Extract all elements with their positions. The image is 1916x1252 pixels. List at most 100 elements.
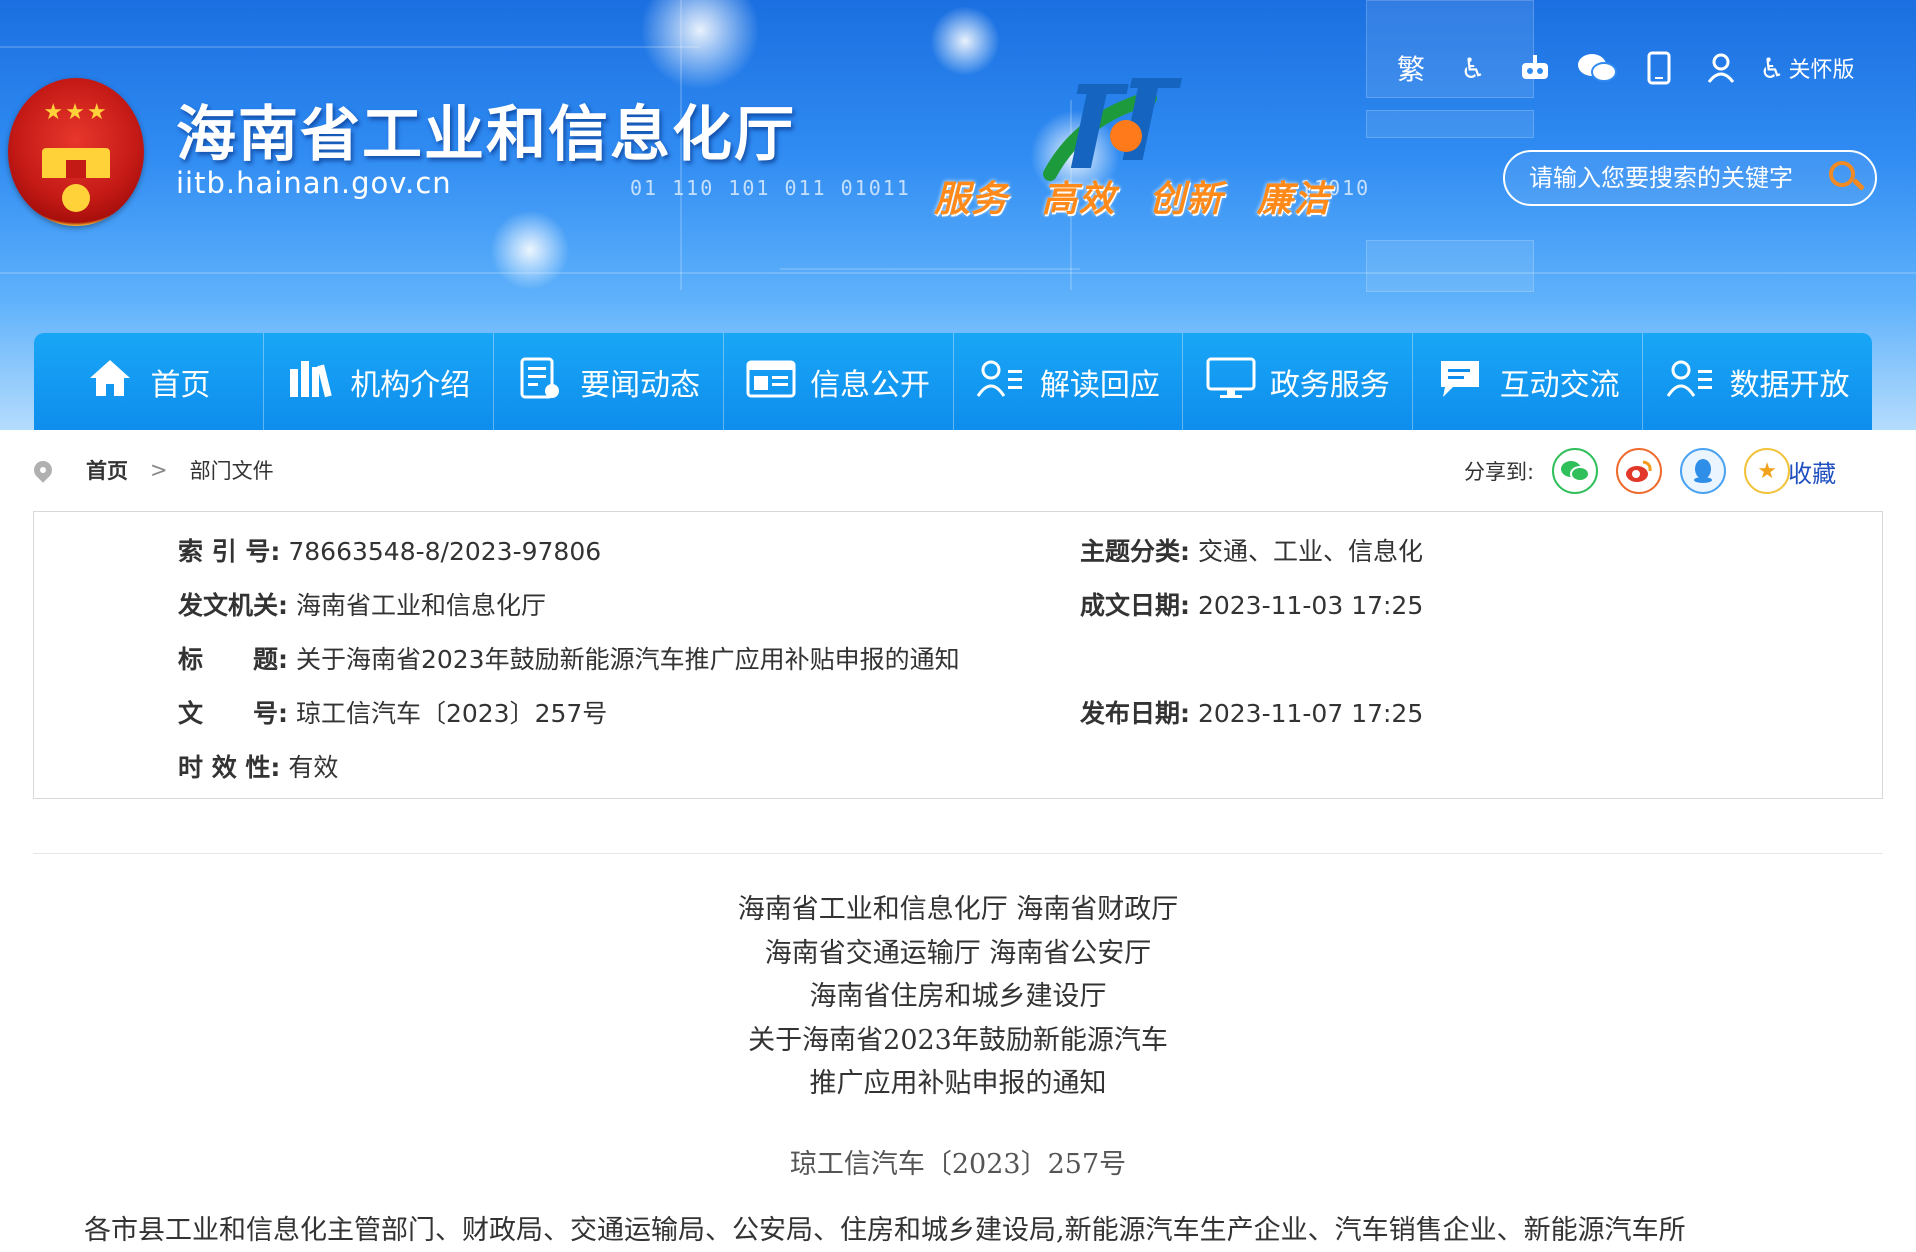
nav-item-interpretation[interactable]: 解读回应: [954, 333, 1184, 430]
search-input[interactable]: 请输入您要搜索的关键字: [1503, 150, 1877, 206]
nav-item-services[interactable]: 政务服务: [1183, 333, 1414, 430]
slogan-word: 创新: [1149, 179, 1224, 220]
circuit-line: [0, 46, 700, 48]
slogan: 服务 高效 创新 廉洁: [934, 170, 1351, 222]
slogan-word: 服务: [934, 179, 1009, 220]
main-nav: 首页 机构介绍 要闻动态 信息公开 解读回应 政务服务 互动交流 数据开放: [34, 333, 1872, 430]
info-published-date: 发布日期: 2023-11-07 17:25: [1080, 694, 1423, 730]
banner-panel: [1366, 240, 1534, 292]
site-title[interactable]: 海南省工业和信息化厅: [176, 86, 796, 173]
article-title: 海南省工业和信息化厅 海南省财政厅 海南省交通运输厅 海南省公安厅 海南省住房和…: [0, 888, 1916, 1106]
info-label: 时 效 性:: [178, 753, 281, 782]
info-value: 有效: [288, 753, 339, 782]
traditional-chinese-button[interactable]: 繁: [1380, 46, 1442, 90]
info-value: 琼工信汽车〔2023〕257号: [295, 699, 608, 728]
breadcrumb: 首页 > 部门文件: [30, 452, 274, 488]
department-logo-icon: [1043, 78, 1182, 181]
info-value: 78663548-8/2023-97806: [288, 537, 602, 566]
banner-glow: [640, 0, 760, 90]
news-icon: [516, 356, 564, 409]
favorite-button[interactable]: 收藏: [1788, 454, 1836, 489]
info-value: 关于海南省2023年鼓励新能源汽车推广应用补贴申报的通知: [295, 645, 960, 674]
breadcrumb-home[interactable]: 首页: [86, 455, 128, 485]
user-list-icon: [1666, 358, 1714, 407]
site-url[interactable]: iitb.hainan.gov.cn: [176, 166, 452, 200]
article-title-line: 关于海南省2023年鼓励新能源汽车: [748, 1024, 1168, 1056]
wheelchair-icon[interactable]: ♿: [1442, 46, 1504, 90]
folder-icon: [746, 358, 796, 407]
share-weibo-icon[interactable]: [1616, 448, 1663, 494]
mobile-icon[interactable]: [1628, 46, 1690, 90]
article-body: 各市县工业和信息化主管部门、财政局、交通运输局、公安局、住房和城乡建设局,新能源…: [84, 1215, 1686, 1246]
wechat-icon[interactable]: [1566, 46, 1628, 90]
content-divider: [33, 853, 1883, 854]
info-issuer: 发文机关: 海南省工业和信息化厅: [178, 586, 546, 622]
nav-item-label: 要闻动态: [580, 368, 701, 403]
article-title-line: 推广应用补贴申报的通知: [809, 1068, 1107, 1099]
nav-item-label: 政务服务: [1269, 368, 1390, 403]
info-label: 主题分类:: [1080, 537, 1190, 566]
search-icon[interactable]: [1829, 161, 1855, 187]
nav-item-interaction[interactable]: 互动交流: [1413, 333, 1644, 430]
article-title-line: 海南省工业和信息化厅 海南省财政厅: [737, 894, 1179, 925]
article-title-line: 海南省交通运输厅 海南省公安厅: [764, 937, 1152, 969]
info-validity: 时 效 性: 有效: [178, 748, 338, 784]
info-label: 发文机关:: [178, 591, 288, 620]
share-qq-icon[interactable]: [1680, 448, 1727, 494]
info-index-no: 索 引 号: 78663548-8/2023-97806: [178, 532, 601, 568]
nav-item-label: 互动交流: [1499, 368, 1620, 403]
nav-item-label: 信息公开: [810, 368, 931, 403]
banner-panel: [1366, 110, 1534, 138]
care-mode-label: 关怀版: [1788, 58, 1855, 83]
slogan-word: 廉洁: [1256, 179, 1331, 220]
circuit-line: [780, 268, 1080, 270]
care-mode-button[interactable]: ♿ 关怀版: [1752, 46, 1862, 90]
share-wechat-icon[interactable]: [1552, 448, 1599, 494]
info-created-date: 成文日期: 2023-11-03 17:25: [1080, 586, 1423, 622]
breadcrumb-separator: >: [150, 458, 168, 482]
nav-item-open-data[interactable]: 数据开放: [1643, 333, 1872, 430]
user-icon[interactable]: [1690, 46, 1752, 90]
share-label: 分享到:: [1464, 460, 1535, 484]
share-bar: 分享到: ★ 收藏: [1464, 448, 1836, 494]
location-pin-icon: [30, 457, 56, 483]
banner-glow: [930, 6, 1000, 76]
robot-icon[interactable]: [1504, 46, 1566, 90]
document-info-table: 索 引 号: 78663548-8/2023-97806 主题分类: 交通、工业…: [33, 511, 1883, 799]
top-toolbar: 繁 ♿ ♿ 关怀版: [1380, 46, 1862, 90]
care-icon: ♿: [1759, 51, 1785, 85]
favorite-star-icon[interactable]: ★: [1744, 448, 1791, 494]
info-value: 2023-11-07 17:25: [1197, 699, 1424, 728]
books-icon: [286, 357, 334, 408]
info-value: 交通、工业、信息化: [1197, 537, 1423, 566]
nav-item-label: 首页: [150, 368, 211, 403]
article-title-line: 海南省住房和城乡建设厅: [809, 981, 1107, 1012]
breadcrumb-current[interactable]: 部门文件: [190, 455, 274, 485]
info-topic: 主题分类: 交通、工业、信息化: [1080, 532, 1423, 568]
info-doc-no: 文 号: 琼工信汽车〔2023〕257号: [178, 694, 607, 730]
info-title: 标 题: 关于海南省2023年鼓励新能源汽车推广应用补贴申报的通知: [178, 640, 960, 676]
home-icon: [86, 358, 134, 407]
article-doc-number: 琼工信汽车〔2023〕257号: [789, 1149, 1127, 1180]
info-label: 成文日期:: [1080, 591, 1190, 620]
user-list-icon: [976, 358, 1024, 407]
info-label: 索 引 号:: [178, 537, 281, 566]
info-value: 海南省工业和信息化厅: [295, 591, 546, 620]
monitor-icon: [1206, 357, 1256, 408]
banner-glow: [490, 210, 570, 290]
circuit-line: [0, 272, 1916, 274]
nav-item-label: 解读回应: [1039, 368, 1160, 403]
nav-item-news[interactable]: 要闻动态: [494, 333, 724, 430]
search-placeholder: 请输入您要搜索的关键字: [1529, 164, 1793, 192]
nav-item-label: 机构介绍: [350, 368, 471, 403]
info-label: 标 题:: [178, 645, 288, 674]
nav-item-disclosure[interactable]: 信息公开: [724, 333, 954, 430]
info-value: 2023-11-03 17:25: [1197, 591, 1424, 620]
slogan-word: 高效: [1041, 179, 1116, 220]
nav-item-home[interactable]: 首页: [34, 333, 264, 430]
header-banner: ★★★ 海南省工业和信息化厅 iitb.hainan.gov.cn 01 110…: [0, 0, 1916, 430]
info-label: 发布日期:: [1080, 699, 1190, 728]
binary-decoration: 01 110 101 011 01011: [630, 176, 911, 200]
nav-item-label: 数据开放: [1729, 368, 1850, 403]
nav-item-organization[interactable]: 机构介绍: [264, 333, 494, 430]
